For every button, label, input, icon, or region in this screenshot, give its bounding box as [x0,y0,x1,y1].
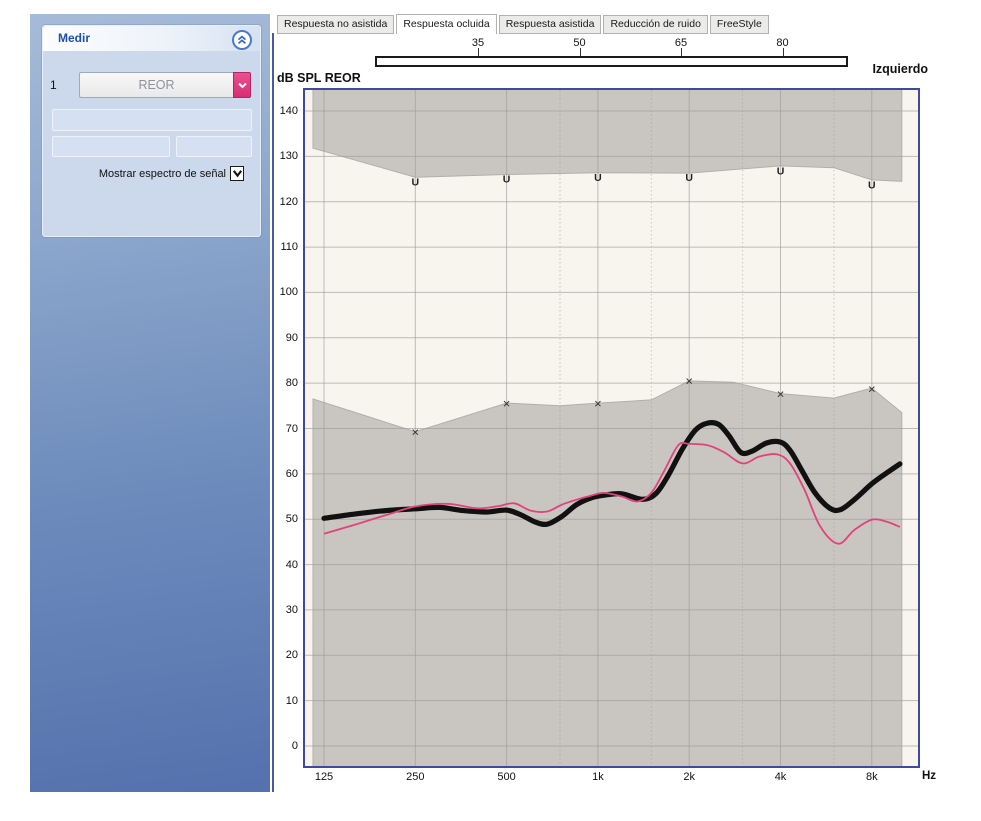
x-axis-tick-label: 8k [866,771,878,783]
stimulus-scale-tick [783,48,784,56]
spectrum-label: Mostrar espectro de señal [99,168,226,180]
value-display-box [52,109,252,131]
stimulus-scale-tick [681,48,682,56]
y-axis-tick-label: 40 [272,559,298,571]
ear-label: Izquierdo [864,62,928,76]
measure-panel: Medir 1 REOR [42,25,261,237]
svg-text:U: U [868,179,876,191]
rem-chart-plot: U U U U U U × × × × × × [303,88,920,768]
tab-respuesta-no-asistida[interactable]: Respuesta no asistida [277,15,394,34]
y-axis-tick-label: 110 [272,241,298,253]
chevron-down-icon [232,169,243,178]
svg-text:×: × [412,424,420,439]
spectrum-row: Mostrar espectro de señal [43,166,260,182]
x-axis-tick-label: 1k [592,771,604,783]
stimulus-level-bar [375,56,848,67]
panel-title: Medir [58,31,90,45]
svg-text:×: × [868,382,876,397]
measure-number: 1 [50,78,57,92]
x-axis-tick-label: 4k [775,771,787,783]
y-axis-tick-label: 120 [272,196,298,208]
svg-text:U: U [777,165,785,177]
sidebar: Medir 1 REOR [30,14,270,792]
y-axis-tick-label: 50 [272,513,298,525]
svg-text:U: U [685,172,693,184]
svg-text:×: × [777,387,785,402]
x-axis-unit: Hz [922,770,936,782]
chevron-double-up-icon [237,35,247,45]
y-axis-tick-label: 130 [272,150,298,162]
spectrum-checkbox[interactable] [230,166,244,181]
y-axis-tick-label: 60 [272,468,298,480]
chart-title: dB SPL REOR [277,71,361,85]
y-axis-tick-label: 10 [272,695,298,707]
measure-type-value: REOR [138,78,174,92]
x-axis-tick-label: 250 [406,771,424,783]
stimulus-scale-tick [478,48,479,56]
app-window: Medir 1 REOR [0,0,981,821]
y-axis-tick-label: 0 [272,740,298,752]
measure-panel-header: Medir [43,26,260,51]
tab-freestyle[interactable]: FreeStyle [710,15,769,34]
measure-row: 1 REOR [43,72,260,98]
value-display-box [176,136,252,157]
tab-reduccion-de-ruido[interactable]: Reducción de ruido [603,15,707,34]
x-axis-tick-label: 500 [497,771,515,783]
svg-text:U: U [503,174,511,186]
measure-type-dropdown[interactable]: REOR [79,72,233,98]
x-axis-tick-label: 2k [683,771,695,783]
y-axis-tick-label: 100 [272,286,298,298]
svg-text:×: × [685,374,693,389]
chart-canvas: U U U U U U × × × × × × [305,90,918,766]
svg-text:U: U [412,177,420,189]
value-display-box [52,136,170,157]
y-axis-tick-label: 20 [272,649,298,661]
stimulus-scale-tick [580,48,581,56]
tab-respuesta-ocluida[interactable]: Respuesta ocluida [396,14,496,34]
y-axis-tick-label: 80 [272,377,298,389]
x-axis-tick-label: 125 [315,771,333,783]
tab-bar: Respuesta no asistida Respuesta ocluida … [277,14,771,34]
svg-text:U: U [594,172,602,184]
y-axis-tick-label: 70 [272,423,298,435]
y-axis-tick-label: 30 [272,604,298,616]
y-axis-tick-label: 140 [272,105,298,117]
pane-divider [272,33,274,792]
svg-text:×: × [594,396,602,411]
y-axis-tick-label: 90 [272,332,298,344]
chevron-down-icon [238,82,247,89]
svg-text:×: × [503,396,511,411]
panel-collapse-button[interactable] [232,30,252,50]
tab-respuesta-asistida[interactable]: Respuesta asistida [499,15,602,34]
measure-type-dropdown-arrow[interactable] [233,72,251,98]
